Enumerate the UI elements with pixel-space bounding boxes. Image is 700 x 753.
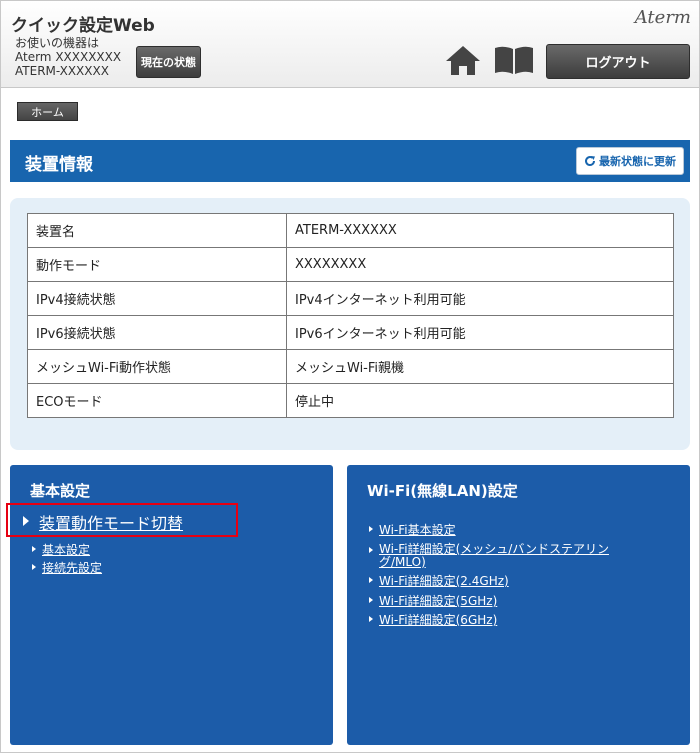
row-value: IPv6インターネット利用可能 (286, 315, 674, 350)
refresh-label: 最新状態に更新 (599, 155, 676, 168)
connection-setting-link[interactable]: 接続先設定 (32, 562, 102, 575)
triangle-right-icon (369, 547, 373, 553)
link-label: Wi-Fi詳細設定(6GHz) (379, 613, 498, 627)
table-row: IPv4接続状態 IPv4インターネット利用可能 (27, 281, 674, 316)
row-label: 動作モード (27, 247, 287, 282)
link-label: 基本設定 (42, 543, 91, 557)
wifi-settings-title: Wi-Fi(無線LAN)設定 (367, 482, 518, 500)
link-label: Wi-Fi基本設定 (379, 523, 456, 537)
device-info-table: 装置名 ATERM-XXXXXX 動作モード XXXXXXXX IPv4接続状態 IP… (27, 213, 674, 418)
triangle-right-icon (369, 526, 373, 532)
wifi-advanced-6ghz-link[interactable]: Wi-Fi詳細設定(6GHz) (369, 614, 497, 627)
row-value: メッシュWi-Fi親機 (286, 349, 674, 384)
table-row: メッシュWi-Fi動作状態 メッシュWi-Fi親機 (27, 349, 674, 384)
breadcrumb-home[interactable]: ホーム (17, 102, 78, 121)
aterm-logo: Aterm (634, 7, 691, 28)
table-row: 動作モード XXXXXXXX (27, 247, 674, 282)
device-label: お使いの機器は (15, 36, 100, 50)
wifi-advanced-mesh-link[interactable]: Wi-Fi詳細設定(メッシュ/バンドステアリング/MLO) (369, 543, 619, 569)
basic-settings-title: 基本設定 (30, 482, 91, 500)
triangle-right-icon (32, 564, 36, 570)
highlight-box (6, 503, 238, 537)
basic-setting-link[interactable]: 基本設定 (32, 544, 90, 557)
row-label: IPv4接続状態 (27, 281, 287, 316)
row-value: XXXXXXXX (286, 247, 674, 282)
refresh-button[interactable]: 最新状態に更新 (576, 147, 684, 175)
wifi-advanced-5ghz-link[interactable]: Wi-Fi詳細設定(5GHz) (369, 595, 497, 608)
device-info: お使いの機器は Aterm XXXXXXXX ATERM-XXXXXX (15, 36, 121, 78)
table-row: ECOモード 停止中 (27, 383, 674, 418)
device-info-header: 装置情報 最新状態に更新 (10, 140, 690, 182)
table-row: 装置名 ATERM-XXXXXX (27, 213, 674, 248)
book-icon[interactable] (493, 44, 535, 76)
table-row: IPv6接続状態 IPv6インターネット利用可能 (27, 315, 674, 350)
triangle-right-icon (369, 577, 373, 583)
current-status-button[interactable]: 現在の状態 (136, 46, 201, 78)
row-value: 停止中 (286, 383, 674, 418)
row-value: IPv4インターネット利用可能 (286, 281, 674, 316)
device-name: ATERM-XXXXXX (15, 64, 109, 78)
wifi-advanced-24ghz-link[interactable]: Wi-Fi詳細設定(2.4GHz) (369, 575, 509, 588)
link-label: Wi-Fi詳細設定(メッシュ/バンドステアリング/MLO) (379, 542, 609, 569)
link-label: Wi-Fi詳細設定(2.4GHz) (379, 574, 509, 588)
logout-button[interactable]: ログアウト (546, 44, 690, 79)
triangle-right-icon (369, 597, 373, 603)
triangle-right-icon (32, 546, 36, 552)
wifi-basic-link[interactable]: Wi-Fi基本設定 (369, 524, 456, 537)
home-icon[interactable] (445, 44, 481, 76)
device-info-panel: 装置名 ATERM-XXXXXX 動作モード XXXXXXXX IPv4接続状態 IP… (10, 198, 690, 450)
header: クイック設定Web お使いの機器は Aterm XXXXXXXX ATERM-X… (1, 1, 699, 88)
refresh-icon (585, 156, 596, 167)
row-label: ECOモード (27, 383, 287, 418)
row-label: IPv6接続状態 (27, 315, 287, 350)
app-title: クイック設定Web (11, 16, 155, 36)
device-model: Aterm XXXXXXXX (15, 50, 122, 64)
row-label: メッシュWi-Fi動作状態 (27, 349, 287, 384)
triangle-right-icon (369, 616, 373, 622)
link-label: Wi-Fi詳細設定(5GHz) (379, 594, 498, 608)
section-title: 装置情報 (25, 155, 93, 175)
row-label: 装置名 (27, 213, 287, 248)
link-label: 接続先設定 (42, 561, 103, 575)
wifi-settings-panel: Wi-Fi(無線LAN)設定 Wi-Fi基本設定 Wi-Fi詳細設定(メッシュ/… (347, 465, 690, 745)
row-value: ATERM-XXXXXX (286, 213, 674, 248)
